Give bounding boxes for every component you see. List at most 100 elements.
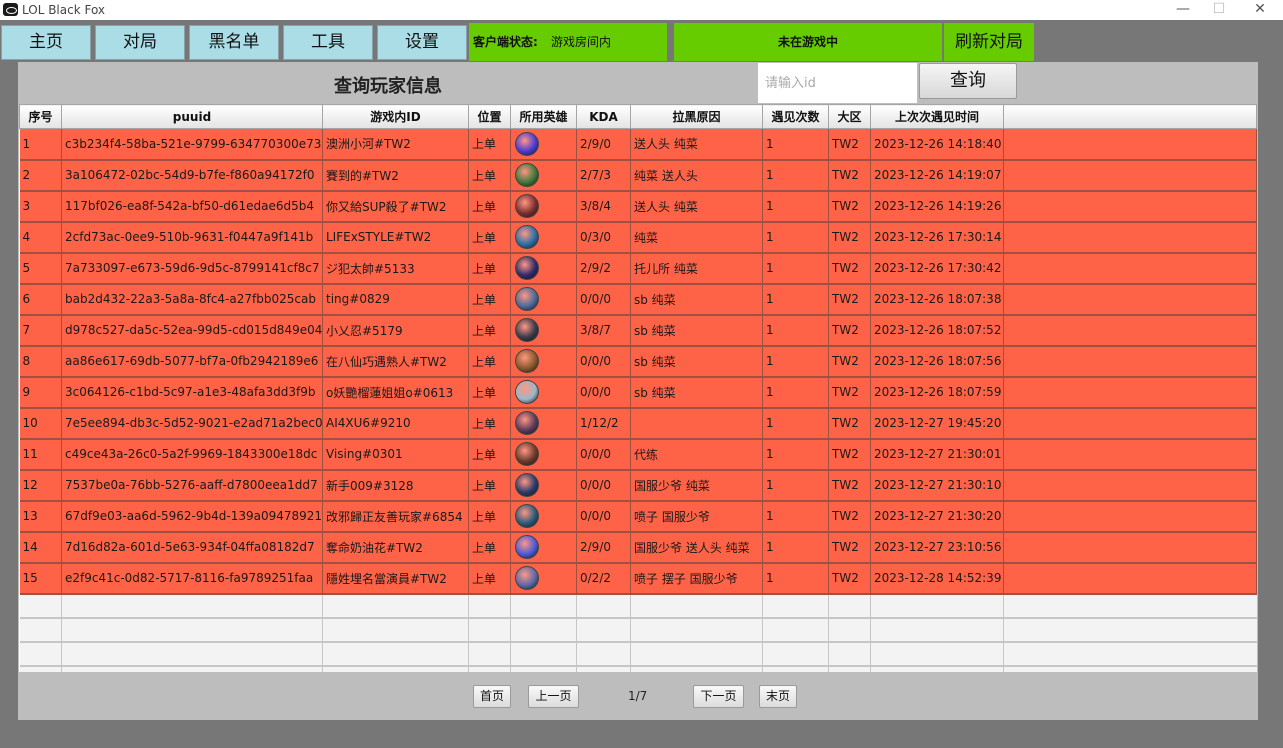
table-row[interactable]: 5 7a733097-e673-59d6-9d5c-8799141cf8c7 ジ犯太…: [19, 252, 1257, 285]
cell-region: TW2: [828, 252, 871, 285]
cell-no: 4: [19, 221, 62, 254]
cell-pos: 上单: [468, 407, 511, 440]
cell-count: 1: [762, 283, 829, 316]
cell-no: 12: [19, 469, 62, 502]
cell-kda: 0/0/0: [576, 283, 631, 316]
table-row[interactable]: 1 c3b234f4-58ba-521e-9799-634770300e73 澳洲小…: [19, 128, 1257, 161]
cell-time: 2023-12-27 23:10:56: [870, 531, 1004, 564]
empty-cell: [322, 665, 469, 672]
cell-puuid: 7537be0a-76bb-5276-aaff-d7800eea1dd7: [61, 469, 323, 502]
empty-cell: [870, 665, 1004, 672]
cell-count: 1: [762, 345, 829, 378]
cell-reason: 国服少爷 送人头 纯菜: [630, 531, 763, 564]
col-header[interactable]: KDA: [576, 104, 631, 129]
close-icon[interactable]: ✕: [1237, 0, 1283, 20]
cell-region: TW2: [828, 469, 871, 502]
empty-cell: [1003, 617, 1257, 643]
cell-puuid: e2f9c41c-0d82-5717-8116-fa9789251faa: [61, 562, 323, 595]
hero-cell: [510, 159, 577, 192]
cell-gid: Vising#0301: [322, 438, 469, 471]
cell-gid: ting#0829: [322, 283, 469, 316]
empty-cell: [576, 593, 631, 619]
hero-avatar-icon: [515, 535, 539, 559]
table-row[interactable]: 12 7537be0a-76bb-5276-aaff-d7800eea1dd7 新手…: [19, 469, 1257, 502]
cell-kda: 0/0/0: [576, 376, 631, 409]
table-row[interactable]: 9 3c064126-c1bd-5c97-a1e3-48afa3dd3f9b o妖艷…: [19, 376, 1257, 409]
maximize-icon[interactable]: ☐: [1196, 0, 1242, 20]
table-row[interactable]: 8 aa86e617-69db-5077-bf7a-0fb2942189e6 在八仙…: [19, 345, 1257, 378]
page-title: 查询玩家信息: [334, 76, 442, 97]
search-button[interactable]: 查询: [919, 63, 1017, 99]
cell-time: 2023-12-27 21:30:10: [870, 469, 1004, 502]
table-row[interactable]: 14 7d16d82a-601d-5e63-934f-04ffa08182d7 奪命…: [19, 531, 1257, 564]
cell-kda: 0/0/0: [576, 345, 631, 378]
empty-cell: [870, 593, 1004, 619]
hero-avatar-icon: [515, 566, 539, 590]
hero-avatar-icon: [515, 256, 539, 280]
nav-tools-button[interactable]: 工具: [283, 25, 373, 60]
empty-cell: [19, 593, 62, 619]
hero-avatar-icon: [515, 225, 539, 249]
empty-cell: [19, 617, 62, 643]
cell-pos: 上单: [468, 562, 511, 595]
hero-avatar-icon: [515, 442, 539, 466]
cell-count: 1: [762, 531, 829, 564]
table-row[interactable]: 15 e2f9c41c-0d82-5717-8116-fa9789251faa 隱姓…: [19, 562, 1257, 595]
next-page-button[interactable]: 下一页: [693, 685, 744, 708]
hero-cell: [510, 283, 577, 316]
col-header[interactable]: 上次次遇见时间: [870, 104, 1004, 129]
cell-gid: 隱姓埋名當演員#TW2: [322, 562, 469, 595]
table-row[interactable]: 13 67df9e03-aa6d-5962-9b4d-139a09478921 改邪…: [19, 500, 1257, 533]
cell-region: TW2: [828, 407, 871, 440]
refresh-match-button[interactable]: 刷新对局: [944, 23, 1034, 61]
nav-match-button[interactable]: 对局: [95, 25, 185, 60]
table-row[interactable]: 11 c49ce43a-26c0-5a2f-9969-1843300e18dc Vi…: [19, 438, 1257, 471]
cell-reason: 代练: [630, 438, 763, 471]
empty-cell: [468, 641, 511, 667]
empty-cell: [870, 617, 1004, 643]
col-header[interactable]: 游戏内ID: [322, 104, 469, 129]
cell-filler: [1003, 562, 1257, 595]
table-row[interactable]: 6 bab2d432-22a3-5a8a-8fc4-a27fbb025cab tin…: [19, 283, 1257, 316]
empty-cell: [61, 593, 323, 619]
table-row[interactable]: 2 3a106472-02bc-54d9-b7fe-f860a94172f0 賽到的…: [19, 159, 1257, 192]
nav-settings-button[interactable]: 设置: [377, 25, 467, 60]
nav-blacklist-button[interactable]: 黑名单: [189, 25, 279, 60]
col-header[interactable]: puuid: [61, 104, 323, 129]
cell-count: 1: [762, 438, 829, 471]
cell-pos: 上单: [468, 283, 511, 316]
nav-home-button[interactable]: 主页: [1, 25, 91, 60]
first-page-button[interactable]: 首页: [473, 685, 511, 708]
col-header[interactable]: 序号: [19, 104, 62, 129]
col-header[interactable]: 所用英雄: [510, 104, 577, 129]
empty-cell: [322, 593, 469, 619]
title-bar: LOL Black Fox — ☐ ✕: [0, 0, 1283, 20]
toolbar: 主页 对局 黑名单 工具 设置 客户端状态: 游戏房间内 未在游戏中 刷新对局: [0, 20, 1283, 62]
table-row[interactable]: 4 2cfd73ac-0ee9-510b-9631-f0447a9f141b LIF…: [19, 221, 1257, 254]
cell-pos: 上单: [468, 500, 511, 533]
hero-cell: [510, 407, 577, 440]
hero-cell: [510, 531, 577, 564]
table-row[interactable]: 7 d978c527-da5c-52ea-99d5-cd015d849e04 小乂忍…: [19, 314, 1257, 347]
search-input[interactable]: [758, 63, 917, 103]
col-header[interactable]: 大区: [828, 104, 871, 129]
empty-cell: [19, 665, 62, 672]
cell-kda: 0/0/0: [576, 469, 631, 502]
cell-time: 2023-12-27 21:30:01: [870, 438, 1004, 471]
cell-count: 1: [762, 190, 829, 223]
hero-avatar-icon: [515, 473, 539, 497]
last-page-button[interactable]: 末页: [759, 685, 797, 708]
col-header[interactable]: 位置: [468, 104, 511, 129]
blacklist-table[interactable]: 序号 puuid 游戏内ID 位置 所用英雄 KDA 拉黑原因 遇见次数 大区 …: [19, 104, 1257, 672]
cell-kda: 3/8/4: [576, 190, 631, 223]
prev-page-button[interactable]: 上一页: [528, 685, 579, 708]
col-header[interactable]: 拉黑原因: [630, 104, 763, 129]
page-indicator: 1/7: [628, 689, 648, 703]
cell-reason: sb 纯菜: [630, 314, 763, 347]
col-header[interactable]: 遇见次数: [762, 104, 829, 129]
empty-row: [19, 641, 1257, 667]
table-row[interactable]: 10 7e5ee894-db3c-5d52-9021-e2ad71a2bec0 AI…: [19, 407, 1257, 440]
table-row[interactable]: 3 117bf026-ea8f-542a-bf50-d61edae6d5b4 你又給…: [19, 190, 1257, 223]
cell-time: 2023-12-26 18:07:59: [870, 376, 1004, 409]
cell-filler: [1003, 438, 1257, 471]
